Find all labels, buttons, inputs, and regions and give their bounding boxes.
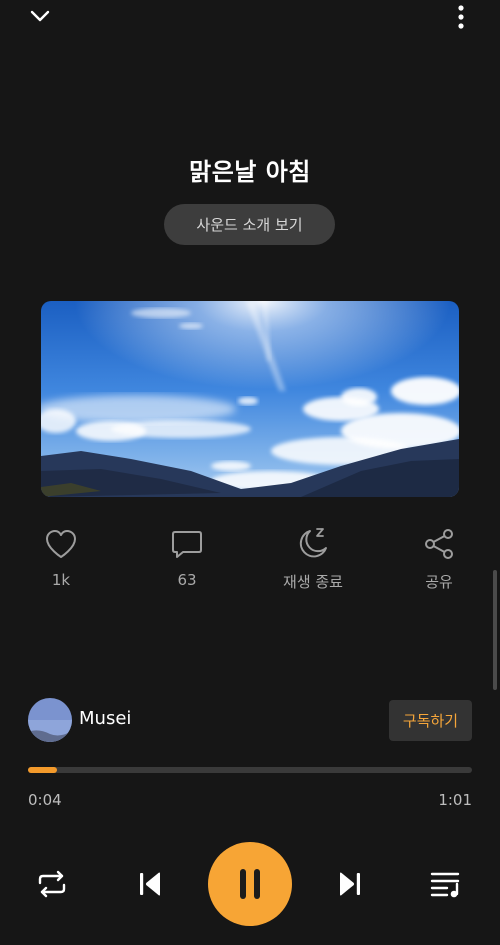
pause-icon bbox=[240, 869, 260, 899]
heart-icon bbox=[43, 526, 79, 562]
share-label: 공유 bbox=[425, 573, 453, 591]
sleep-timer-icon bbox=[295, 526, 331, 562]
next-button[interactable] bbox=[328, 864, 372, 904]
more-vertical-icon bbox=[458, 5, 464, 29]
like-count: 1k bbox=[51, 571, 71, 589]
repeat-button[interactable] bbox=[30, 864, 74, 904]
subscribe-label: 구독하기 bbox=[402, 712, 459, 730]
sound-intro-button[interactable]: 사운드 소개 보기 bbox=[164, 204, 335, 245]
artist-avatar[interactable] bbox=[28, 698, 72, 742]
sleep-timer-action[interactable]: 재생 종료 bbox=[268, 526, 358, 592]
artist-name[interactable]: Musei bbox=[79, 708, 131, 729]
share-action[interactable]: 공유 bbox=[394, 526, 484, 592]
comment-icon bbox=[169, 526, 205, 562]
sky-landscape-image bbox=[41, 301, 459, 497]
total-duration: 1:01 bbox=[438, 791, 472, 809]
subscribe-button[interactable]: 구독하기 bbox=[389, 700, 472, 741]
like-action[interactable]: 1k bbox=[16, 526, 106, 589]
skip-previous-icon bbox=[140, 872, 160, 896]
chevron-down-icon bbox=[30, 10, 50, 22]
pause-button[interactable] bbox=[208, 842, 292, 926]
playlist-icon bbox=[430, 872, 460, 898]
track-artwork bbox=[41, 301, 459, 497]
comment-action[interactable]: 63 bbox=[142, 526, 232, 589]
skip-next-icon bbox=[340, 872, 360, 896]
scroll-indicator[interactable] bbox=[493, 570, 497, 690]
track-title: 맑은날 아침 bbox=[189, 158, 311, 186]
sleep-timer-label: 재생 종료 bbox=[283, 573, 343, 591]
progress-fill bbox=[28, 767, 58, 773]
repeat-icon bbox=[38, 870, 66, 898]
progress-bar[interactable] bbox=[28, 767, 472, 773]
share-icon bbox=[421, 526, 457, 562]
collapse-button[interactable] bbox=[24, 2, 56, 30]
comment-count: 63 bbox=[177, 571, 197, 589]
previous-button[interactable] bbox=[128, 864, 172, 904]
elapsed-time: 0:04 bbox=[28, 791, 62, 809]
more-options-button[interactable] bbox=[446, 2, 476, 32]
playlist-button[interactable] bbox=[424, 864, 468, 904]
sound-intro-label: 사운드 소개 보기 bbox=[196, 216, 303, 234]
